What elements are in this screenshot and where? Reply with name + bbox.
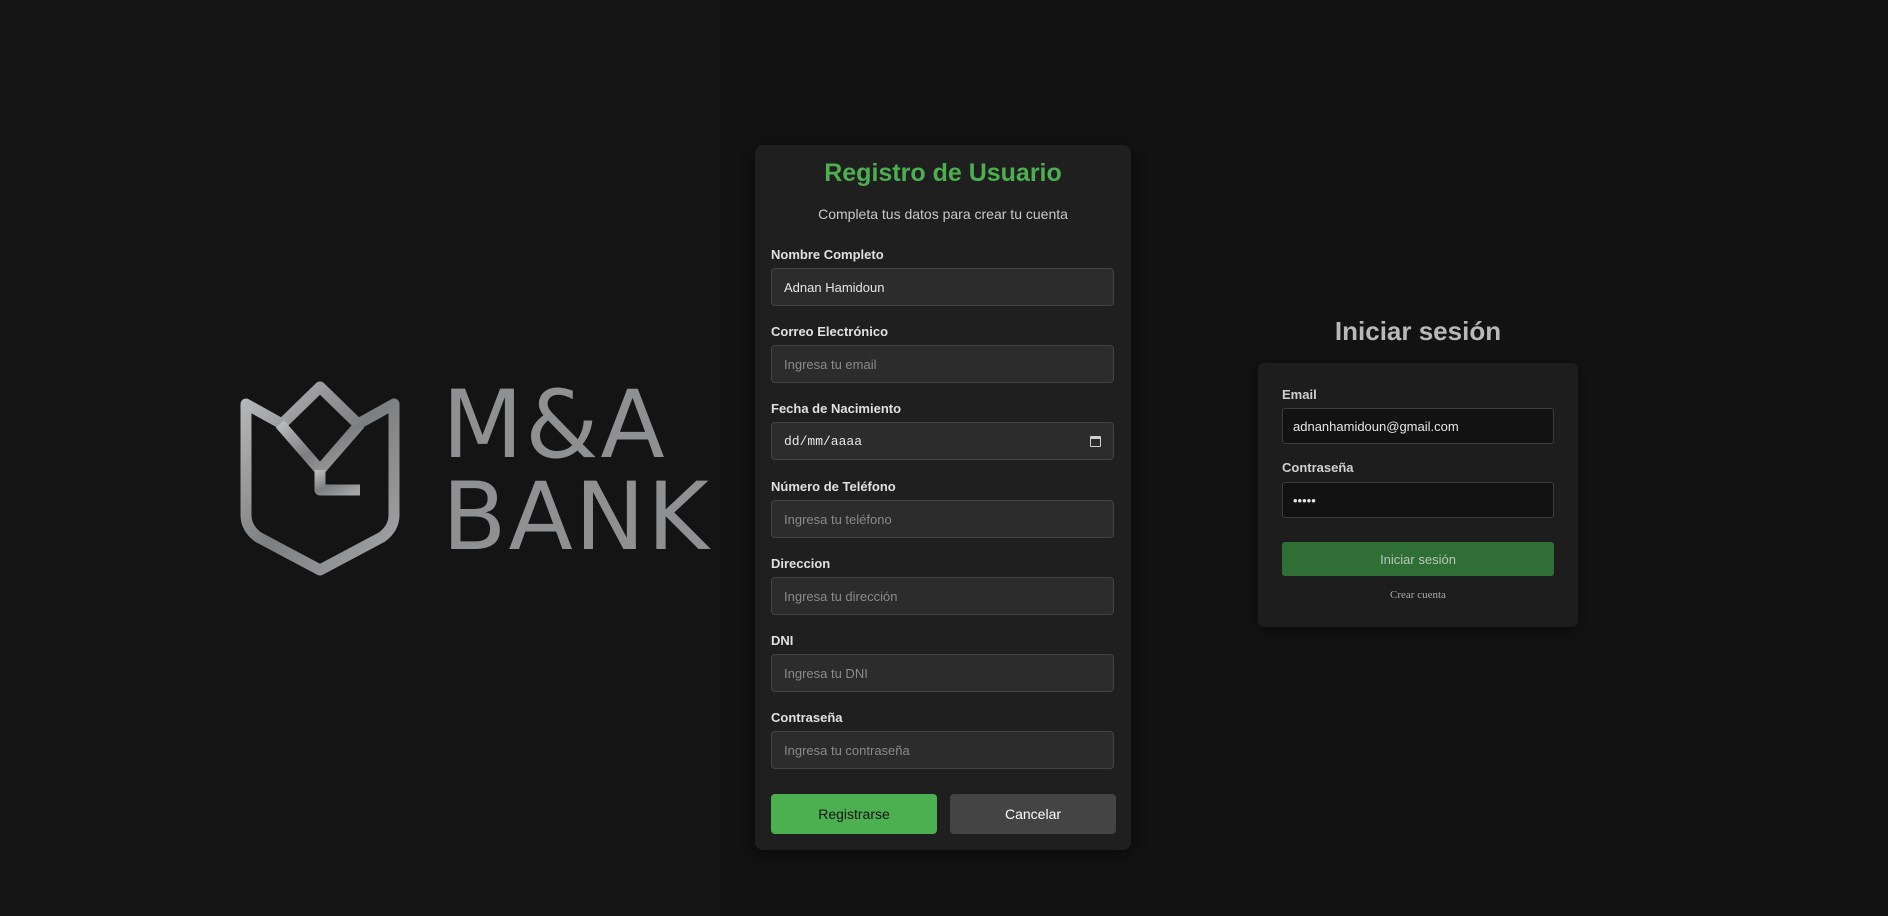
dni-label: DNI	[771, 633, 794, 648]
register-title: Registro de Usuario	[824, 159, 1062, 187]
birthdate-input[interactable]: dd/mm/aaaa	[771, 422, 1114, 460]
create-account-link[interactable]: Crear cuenta	[1258, 589, 1578, 601]
phone-label: Número de Teléfono	[771, 479, 896, 494]
login-password-label: Contraseña	[1282, 460, 1354, 475]
full-name-input[interactable]	[771, 268, 1114, 306]
calendar-icon[interactable]	[1090, 435, 1101, 447]
dni-input[interactable]	[771, 654, 1114, 692]
password-label: Contraseña	[771, 710, 843, 725]
register-button[interactable]: Registrarse	[771, 794, 937, 834]
shield-crown-logo-icon	[240, 381, 400, 576]
login-form-card: Email Contraseña Iniciar sesión Crear cu…	[1258, 363, 1578, 627]
phone-input[interactable]	[771, 500, 1114, 538]
login-email-input[interactable]	[1282, 408, 1554, 444]
full-name-label: Nombre Completo	[771, 247, 884, 262]
login-email-label: Email	[1282, 387, 1317, 402]
branding-panel: M&A BANK	[0, 0, 720, 916]
address-label: Direccion	[771, 556, 831, 571]
login-submit-button[interactable]: Iniciar sesión	[1282, 542, 1554, 576]
birthdate-label: Fecha de Nacimiento	[771, 401, 902, 416]
login-password-input[interactable]	[1282, 482, 1554, 518]
email-input[interactable]	[771, 345, 1114, 383]
cancel-button[interactable]: Cancelar	[950, 794, 1116, 834]
bank-name-line1: M&A	[442, 371, 667, 480]
email-label: Correo Electrónico	[771, 324, 889, 339]
login-title: Iniciar sesión	[1334, 316, 1502, 346]
bank-name-line2: BANK	[442, 463, 711, 572]
bank-name: M&A BANK	[442, 371, 711, 572]
register-subtitle: Completa tus datos para crear tu cuenta	[818, 206, 1068, 222]
password-input[interactable]	[771, 731, 1114, 769]
bank-logo: M&A BANK	[240, 379, 709, 580]
address-input[interactable]	[771, 577, 1114, 615]
birthdate-format: dd/mm/aaaa	[784, 433, 863, 449]
register-form-card: Registro de Usuario Completa tus datos p…	[755, 145, 1131, 850]
